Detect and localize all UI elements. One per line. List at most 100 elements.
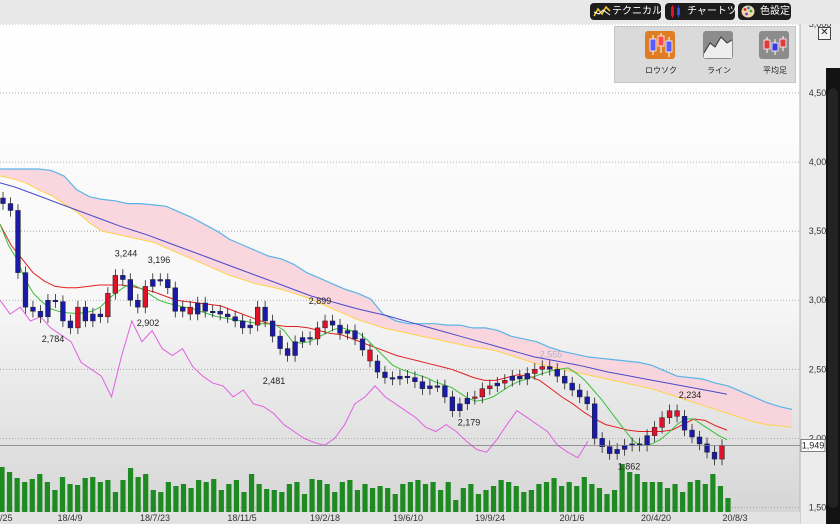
candle-up (472, 396, 478, 399)
chart-tools-button[interactable]: チャートツール (665, 3, 757, 20)
candle-down (202, 302, 208, 312)
volume-bar (0, 467, 5, 512)
plot-area (0, 24, 800, 524)
volume-bar (627, 472, 633, 512)
volume-bar (695, 480, 701, 512)
volume-bar (559, 486, 565, 512)
candle-down (464, 398, 471, 405)
candle-down (344, 330, 351, 334)
volume-bar (264, 489, 270, 512)
volume-bar (536, 484, 542, 512)
volume-bar (430, 482, 436, 512)
technical-button[interactable]: テクニカル (590, 3, 662, 20)
candle-down (172, 287, 178, 312)
volume-bar (634, 474, 640, 512)
volume-bar (286, 484, 292, 512)
candle-down (45, 299, 51, 318)
candle-up (666, 410, 673, 418)
volume-bar (589, 484, 595, 512)
volume-bar (135, 477, 141, 512)
candle-down (509, 375, 515, 381)
vertical-scrollbar[interactable] (826, 68, 840, 524)
candle-down (247, 324, 253, 329)
candle-down (494, 382, 500, 387)
scrollbar-thumb[interactable] (828, 88, 838, 508)
candle-down (524, 373, 530, 380)
price-annotation: 2,179 (458, 418, 481, 428)
volume-bar (67, 484, 73, 512)
price-annotation: 1,862 (618, 461, 641, 471)
candle-up (479, 388, 485, 398)
candle-down (15, 210, 21, 273)
chart-type-candlestick[interactable]: ロウソク (639, 30, 683, 78)
volume-bar (317, 480, 323, 512)
candle-up (659, 417, 665, 428)
candle-down (150, 279, 156, 287)
volume-bar (150, 490, 156, 512)
volume-bar (377, 486, 383, 512)
date-tick-label: 20/8/3 (722, 513, 747, 523)
candle-down (262, 306, 268, 322)
candle-down (696, 436, 703, 445)
candle-down (442, 385, 448, 398)
date-tick-label: 18/7/23 (140, 513, 170, 523)
volume-bar (241, 492, 247, 512)
volume-bar (90, 477, 96, 512)
price-chart[interactable]: 3,244 3,196 2,784 2,902 2,899 2,481 2,179 2,555… (0, 24, 840, 524)
candle-down (681, 416, 688, 431)
volume-bar (725, 498, 731, 512)
color-settings-button[interactable]: 色設定 (738, 3, 791, 20)
volume-bar (422, 484, 429, 512)
candle-up (75, 306, 81, 329)
candle-up (254, 306, 261, 326)
candle-down (689, 429, 695, 438)
chart-type-line[interactable]: ライン (697, 30, 741, 78)
volume-bar (506, 482, 512, 512)
candle-down (180, 306, 186, 312)
candle-down (584, 396, 590, 405)
volume-bar (82, 478, 88, 512)
candle-down (299, 337, 306, 342)
volume-bar (415, 480, 421, 512)
price-annotation: 3,196 (148, 255, 171, 265)
candle-down (7, 203, 14, 211)
candle-up (142, 286, 148, 308)
chart-toolbar: テクニカル チャートツール 色設定 (0, 0, 840, 24)
candle-down (374, 360, 381, 373)
candle-down (165, 279, 171, 289)
date-tick-label: 19/2/18 (310, 513, 340, 523)
candle-down (195, 302, 201, 315)
close-panel-button[interactable]: ✕ (818, 27, 831, 40)
candle-down (157, 279, 163, 282)
volume-bar (657, 482, 663, 512)
date-tick-label: 20/1/6 (559, 513, 584, 523)
volume-bar (59, 477, 66, 512)
volume-bar (400, 484, 406, 512)
candle-down (404, 375, 411, 378)
volume-bar (143, 474, 149, 512)
price-annotation: 2,234 (679, 390, 702, 400)
candle-down (135, 299, 141, 308)
candle-down (225, 313, 231, 318)
chart-type-heikin-ashi[interactable]: 平均足 (753, 30, 797, 78)
candle-up (487, 385, 493, 389)
volume-bar (551, 478, 557, 512)
volume-bar (347, 480, 353, 512)
candle-up (105, 293, 111, 318)
candle-up (314, 327, 321, 340)
volume-bar (664, 488, 671, 512)
volume-bar (226, 484, 232, 512)
candle-down (277, 335, 283, 349)
volume-bar (203, 482, 209, 512)
volume-bar (22, 482, 28, 512)
volume-bar (339, 482, 345, 512)
volume-bar (498, 480, 504, 512)
volume-bar (604, 494, 610, 512)
volume-bar (52, 490, 58, 512)
candle-down (30, 306, 36, 312)
volume-bar (301, 494, 308, 512)
volume-bar (112, 492, 119, 512)
volume-bar (14, 478, 20, 512)
candle-down (517, 375, 523, 380)
volume-bar (309, 479, 315, 512)
